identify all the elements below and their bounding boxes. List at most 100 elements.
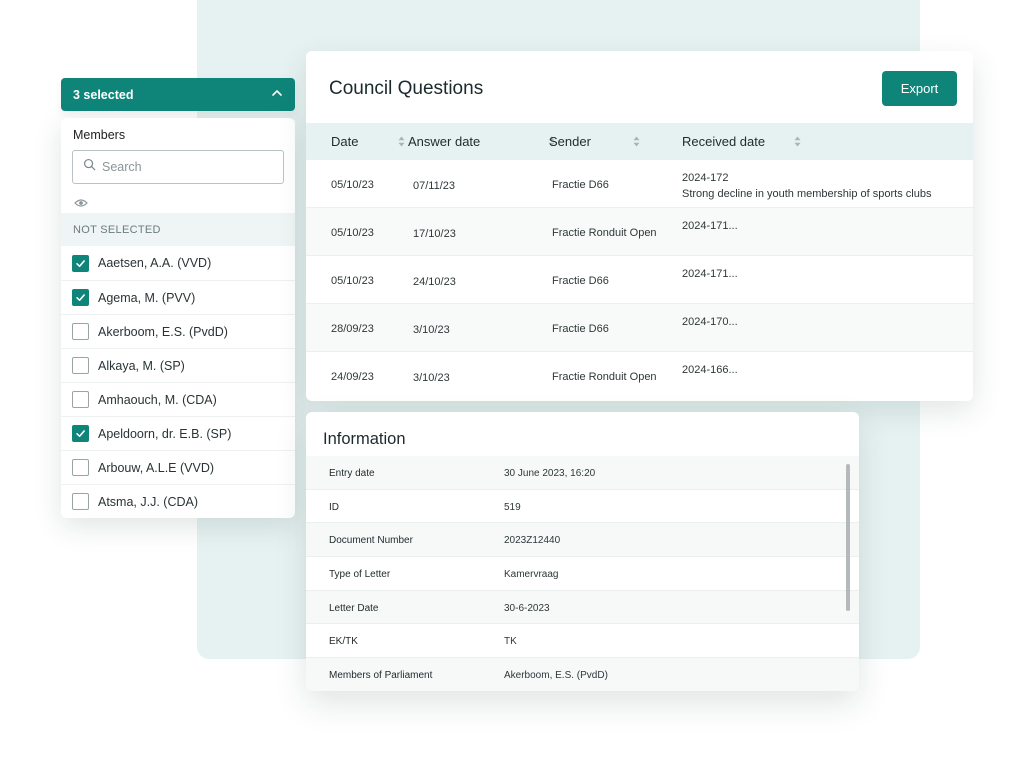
member-checkbox[interactable] bbox=[72, 493, 89, 510]
member-checkbox[interactable] bbox=[72, 425, 89, 442]
search-input[interactable] bbox=[102, 160, 272, 174]
info-value: Kamervraag bbox=[504, 569, 559, 581]
member-checkbox[interactable] bbox=[72, 289, 89, 306]
cell-received: 2024-170... bbox=[682, 314, 738, 330]
column-label: Answer date bbox=[408, 134, 481, 149]
cell-sender: Fractie D66 bbox=[552, 275, 609, 287]
member-list: Aaetsen, A.A. (VVD) Agema, M. (PVV) Akerbo… bbox=[61, 246, 295, 518]
info-row: Letter Date 30-6-2023 bbox=[306, 590, 859, 625]
eye-icon[interactable] bbox=[74, 195, 88, 207]
info-label: Type of Letter bbox=[329, 569, 391, 581]
info-value: 30 June 2023, 16:20 bbox=[504, 468, 596, 479]
info-value: 30-6-2023 bbox=[504, 602, 550, 614]
info-row: Entry date 30 June 2023, 16:20 bbox=[306, 456, 859, 490]
chevron-up-icon bbox=[271, 86, 283, 104]
page-title: Council Questions bbox=[329, 78, 484, 99]
member-name: Arbouw, A.L.E (VVD) bbox=[98, 460, 215, 475]
table-row[interactable]: 28/09/23 3/10/23 Fractie D66 2024-170... bbox=[306, 304, 973, 352]
member-option[interactable]: Alkaya, M. (SP) bbox=[61, 348, 295, 382]
cell-sender: Fractie D66 bbox=[552, 323, 609, 335]
info-label: ID bbox=[329, 501, 339, 513]
info-value: 519 bbox=[504, 501, 521, 513]
received-description: Strong decline in youth membership of sp… bbox=[682, 188, 932, 200]
table-row[interactable]: 05/10/23 24/10/23 Fractie D66 2024-171... bbox=[306, 256, 973, 304]
info-value: TK bbox=[504, 636, 517, 648]
cell-answer-date: 24/10/23 bbox=[413, 276, 456, 288]
member-checkbox[interactable] bbox=[72, 459, 89, 476]
member-checkbox[interactable] bbox=[72, 323, 89, 340]
received-id: 2024-172 bbox=[682, 172, 729, 184]
members-label: Members bbox=[73, 128, 126, 142]
cell-date: 05/10/23 bbox=[331, 227, 374, 239]
council-questions-card: Council Questions Export Date Answer date… bbox=[306, 51, 973, 401]
cell-sender: Fractie D66 bbox=[552, 179, 609, 191]
column-header[interactable]: Answer date bbox=[408, 123, 555, 160]
info-label: Document Number bbox=[329, 535, 413, 547]
table-body: 05/10/23 07/11/23 Fractie D66 2024-172 Stron… bbox=[306, 160, 973, 400]
cell-date: 05/10/23 bbox=[331, 179, 374, 191]
members-panel: Members NOT SELECTED Aaetsen, A.A. (VVD)… bbox=[61, 118, 295, 518]
member-checkbox[interactable] bbox=[72, 254, 89, 272]
received-id: 2024-166... bbox=[682, 364, 738, 376]
cell-answer-date: 07/11/23 bbox=[413, 180, 456, 192]
column-header[interactable]: Date bbox=[331, 123, 405, 160]
selected-count: 3 selected bbox=[73, 87, 134, 102]
cell-sender: Fractie Ronduit Open bbox=[552, 227, 657, 239]
member-name: Agema, M. (PVV) bbox=[98, 290, 196, 305]
info-value: 2023Z12440 bbox=[504, 535, 561, 547]
info-row: Type of Letter Kamervraag bbox=[306, 557, 859, 591]
info-row: EK/TK TK bbox=[306, 624, 859, 659]
info-label: Members of Parliament bbox=[329, 670, 433, 682]
cell-date: 28/09/23 bbox=[331, 323, 374, 335]
received-id: 2024-170... bbox=[682, 316, 738, 328]
check-icon bbox=[75, 428, 86, 439]
sort-icon bbox=[624, 136, 640, 147]
search-field[interactable] bbox=[72, 150, 284, 184]
member-option[interactable]: Agema, M. (PVV) bbox=[61, 280, 295, 314]
member-option[interactable]: Arbouw, A.L.E (VVD) bbox=[61, 450, 295, 484]
table-header: Date Answer date Sender Received date bbox=[306, 123, 973, 160]
information-title: Information bbox=[323, 430, 406, 448]
info-row: Members of Parliament Akerboom, E.S. (Pvd… bbox=[306, 658, 859, 691]
column-label: Received date bbox=[682, 134, 766, 149]
member-name: Amhaouch, M. (CDA) bbox=[98, 392, 217, 407]
sort-icon bbox=[785, 136, 801, 147]
scrollbar[interactable] bbox=[846, 464, 850, 611]
export-button[interactable]: Export bbox=[882, 71, 957, 106]
check-icon bbox=[75, 292, 86, 303]
members-dropdown-toggle[interactable]: 3 selected bbox=[61, 78, 295, 111]
member-option[interactable]: Apeldoorn, dr. E.B. (SP) bbox=[61, 416, 295, 450]
column-header[interactable]: Received date bbox=[682, 123, 801, 160]
member-name: Akerboom, E.S. (PvdD) bbox=[98, 324, 228, 339]
table-row[interactable]: 24/09/23 3/10/23 Fractie Ronduit Open 2024-… bbox=[306, 352, 973, 400]
member-name: Apeldoorn, dr. E.B. (SP) bbox=[98, 426, 232, 441]
info-value: Akerboom, E.S. (PvdD) bbox=[504, 670, 608, 682]
received-id: 2024-171... bbox=[682, 220, 738, 232]
cell-sender: Fractie Ronduit Open bbox=[552, 371, 657, 383]
cell-received: 2024-166... bbox=[682, 362, 738, 378]
member-option[interactable]: Amhaouch, M. (CDA) bbox=[61, 382, 295, 416]
member-option[interactable]: Atsma, J.J. (CDA) bbox=[61, 484, 295, 518]
received-id: 2024-171... bbox=[682, 268, 738, 280]
member-checkbox[interactable] bbox=[72, 357, 89, 374]
info-label: Letter Date bbox=[329, 602, 379, 614]
member-option[interactable]: Akerboom, E.S. (PvdD) bbox=[61, 314, 295, 348]
column-label: Sender bbox=[549, 134, 591, 149]
check-icon bbox=[75, 258, 86, 269]
table-row[interactable]: 05/10/23 07/11/23 Fractie D66 2024-172 Stron… bbox=[306, 160, 973, 208]
cell-answer-date: 17/10/23 bbox=[413, 228, 456, 240]
sort-icon bbox=[389, 136, 405, 147]
table-row[interactable]: 05/10/23 17/10/23 Fractie Ronduit Open 2024… bbox=[306, 208, 973, 256]
member-checkbox[interactable] bbox=[72, 391, 89, 408]
cell-answer-date: 3/10/23 bbox=[413, 372, 450, 384]
info-row: ID 519 bbox=[306, 490, 859, 524]
cell-received: 2024-171... bbox=[682, 266, 738, 282]
search-icon bbox=[83, 158, 96, 176]
member-option[interactable]: Aaetsen, A.A. (VVD) bbox=[61, 246, 295, 280]
member-name: Aaetsen, A.A. (VVD) bbox=[98, 256, 212, 270]
column-header[interactable]: Sender bbox=[549, 123, 640, 160]
cell-date: 05/10/23 bbox=[331, 275, 374, 287]
cell-answer-date: 3/10/23 bbox=[413, 324, 450, 336]
column-label: Date bbox=[331, 134, 359, 149]
cell-date: 24/09/23 bbox=[331, 371, 374, 383]
